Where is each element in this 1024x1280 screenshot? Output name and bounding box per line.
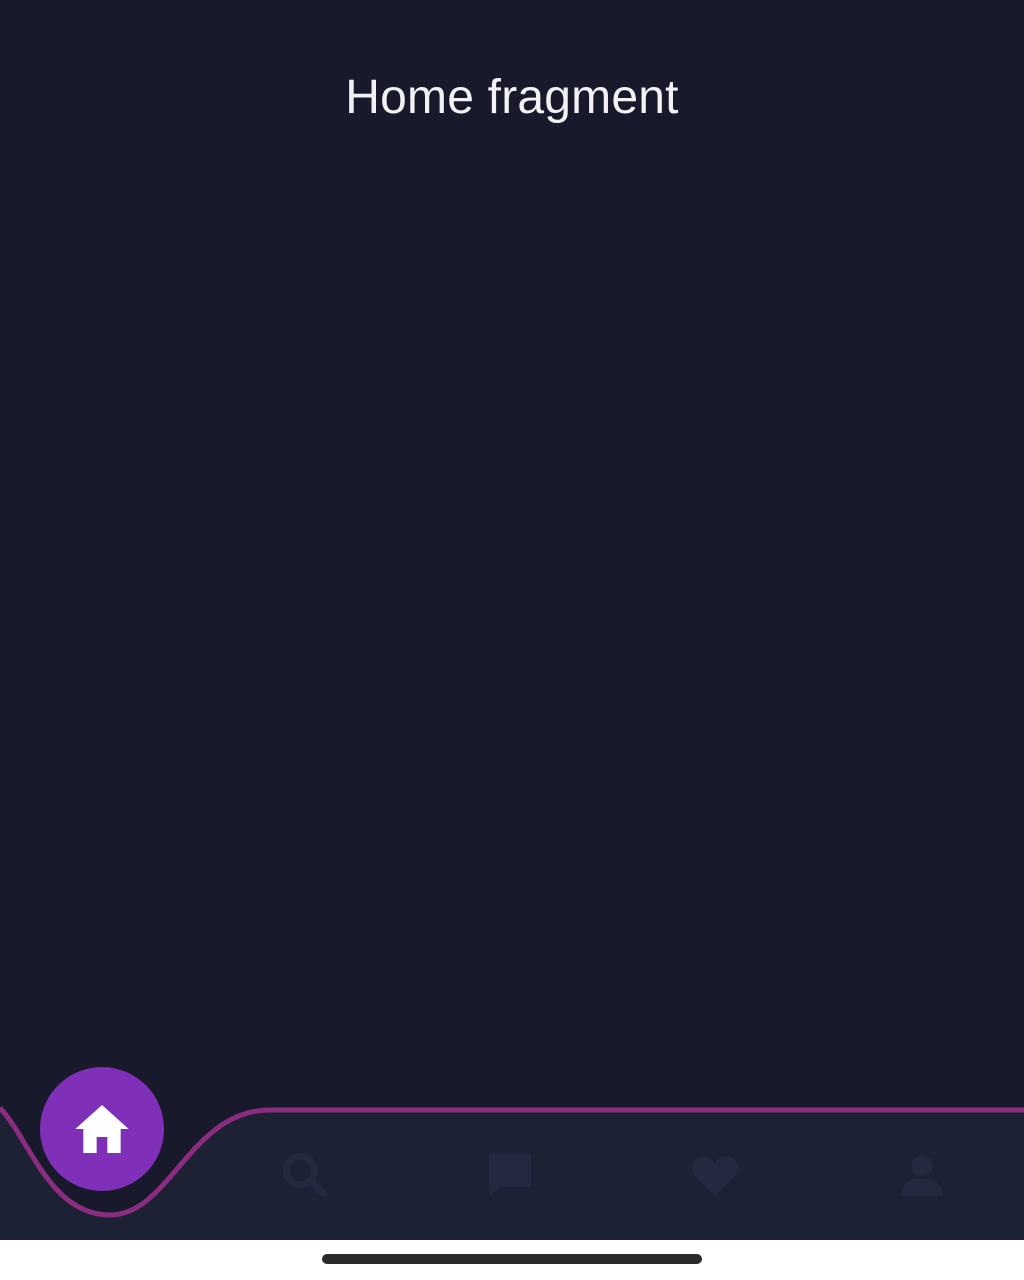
page-title: Home fragment: [345, 71, 679, 124]
chat-icon: [489, 1154, 531, 1196]
person-icon: [901, 1155, 943, 1196]
system-navigation-bar: [0, 1240, 1024, 1280]
heart-icon: [692, 1156, 738, 1196]
search-icon: [282, 1152, 328, 1198]
nav-item-profile[interactable]: [872, 1140, 972, 1210]
home-indicator[interactable]: [322, 1254, 702, 1264]
fragment-container: Home fragment: [0, 0, 1024, 1240]
app-screen: Home fragment: [0, 0, 1024, 1280]
nav-item-search[interactable]: [255, 1140, 355, 1210]
nav-item-favorites[interactable]: [665, 1140, 765, 1210]
nav-item-chat[interactable]: [460, 1140, 560, 1210]
home-icon: [75, 1105, 129, 1153]
home-nav-button[interactable]: [40, 1067, 164, 1191]
